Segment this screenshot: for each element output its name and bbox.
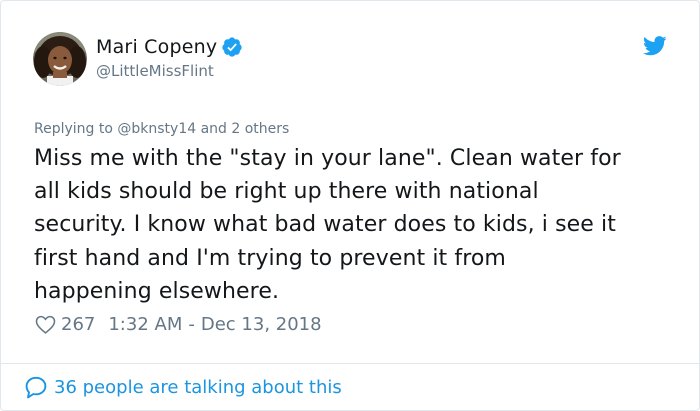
talking-about-link[interactable]: 36 people are talking about this <box>24 374 342 400</box>
tweet-time[interactable]: 1:32 AM <box>108 314 182 335</box>
heart-outline-icon[interactable] <box>34 313 57 336</box>
avatar-image <box>33 32 87 86</box>
verified-badge-icon <box>222 37 242 57</box>
time-date-separator: - <box>188 313 195 335</box>
like-count[interactable]: 267 <box>61 314 95 335</box>
avatar[interactable] <box>33 32 87 86</box>
tweet-text-line: first hand and I'm trying to prevent it … <box>34 245 506 271</box>
tweet-date[interactable]: Dec 13, 2018 <box>201 314 322 335</box>
twitter-bird-icon[interactable] <box>643 36 667 56</box>
reply-context[interactable]: Replying to @bknsty14 and 2 others <box>34 121 289 137</box>
tweet-header: Mari Copeny @LittleMissFlint <box>33 32 669 88</box>
tweet-text-line: all kids should be right up there with n… <box>34 179 539 205</box>
tweet-meta: 267 1:32 AM - Dec 13, 2018 <box>34 312 322 336</box>
tweet-card: Mari Copeny @LittleMissFlint Replying to… <box>0 0 700 411</box>
tweet-text-line: Miss me with the "stay in your lane". Cl… <box>34 146 621 171</box>
footer-divider <box>1 363 699 364</box>
tweet-text-line: security. I know what bad water does to … <box>34 212 616 238</box>
tweet-text-line: happening elsewhere. <box>34 278 280 304</box>
speech-bubble-icon <box>25 376 47 399</box>
talking-about-label[interactable]: 36 people are talking about this <box>54 377 342 398</box>
tweet-text: Miss me with the "stay in your lane". Cl… <box>34 142 684 308</box>
name-row: Mari Copeny <box>96 35 243 59</box>
author-handle[interactable]: @LittleMissFlint <box>96 62 243 80</box>
author-name[interactable]: Mari Copeny <box>96 36 217 58</box>
author-block: Mari Copeny @LittleMissFlint <box>96 35 243 80</box>
